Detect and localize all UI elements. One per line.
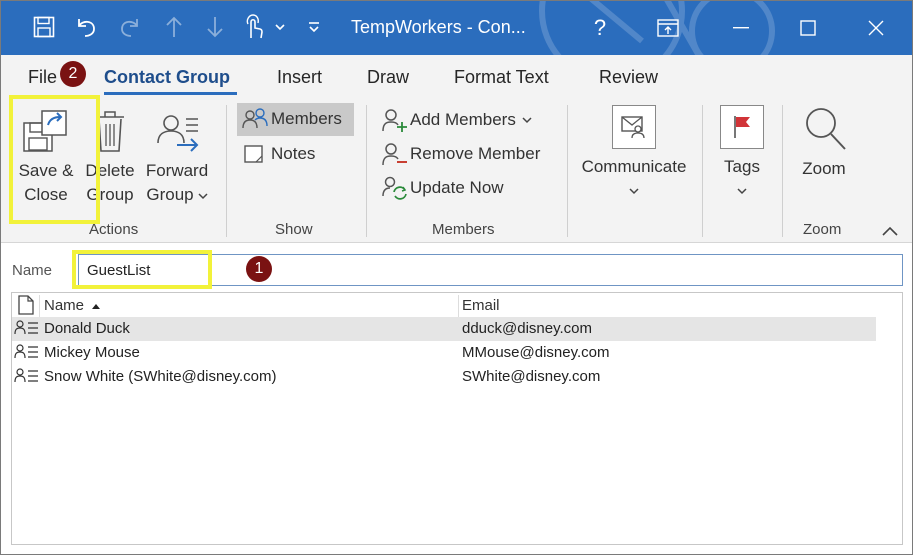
ribbon: Save & Close Delete Group Forward Group … [1, 97, 912, 243]
communicate-label: Communicate [581, 157, 687, 176]
undo-icon[interactable] [73, 14, 99, 40]
add-members-label: Add Members [410, 110, 516, 129]
notes-label: Notes [271, 144, 316, 163]
group-separator [567, 105, 568, 237]
table-row[interactable]: Donald Duck dduck@disney.com [12, 317, 876, 341]
name-label: Name [12, 262, 53, 279]
tab-insert[interactable]: Insert [277, 67, 322, 88]
remove-member-label: Remove Member [410, 144, 541, 163]
group-separator [702, 105, 703, 237]
forward-group-button[interactable]: Forward Group [141, 103, 213, 213]
tags-flag-icon [720, 105, 764, 149]
communicate-button[interactable]: Communicate [576, 103, 692, 213]
show-group-label: Show [275, 221, 313, 238]
tab-format-text[interactable]: Format Text [454, 67, 549, 88]
remove-member-button[interactable]: Remove Member [382, 142, 540, 166]
communicate-icon [612, 105, 656, 149]
members-list: Name Email Donald Duck dduck@disney.com … [11, 292, 903, 545]
contact-icon [14, 344, 38, 359]
qat-dropdown-icon[interactable] [267, 14, 293, 40]
name-column-label: Name [44, 297, 85, 314]
chevron-down-icon [737, 188, 747, 195]
active-tab-underline [104, 92, 237, 95]
remove-member-icon [382, 143, 407, 166]
list-header: Name Email [12, 293, 902, 318]
up-arrow-icon[interactable] [161, 14, 187, 40]
group-separator [366, 105, 367, 237]
column-separator [39, 295, 40, 317]
group-separator [782, 105, 783, 237]
table-row[interactable]: Snow White (SWhite@disney.com) SWhite@di… [12, 365, 876, 389]
contact-icon [14, 320, 38, 335]
tab-contact-group[interactable]: Contact Group [104, 67, 230, 88]
save-icon[interactable] [31, 14, 57, 40]
row-email: SWhite@disney.com [462, 368, 601, 385]
tags-button[interactable]: Tags [713, 103, 771, 213]
tab-draw[interactable]: Draw [367, 67, 409, 88]
row-name: Mickey Mouse [44, 344, 140, 361]
row-name: Donald Duck [44, 320, 130, 337]
forward-group-icon [157, 115, 199, 152]
help-button[interactable]: ? [566, 1, 634, 55]
customize-icon[interactable] [301, 14, 327, 40]
row-email: MMouse@disney.com [462, 344, 610, 361]
save-close-highlight [9, 95, 100, 224]
table-row[interactable]: Mickey Mouse MMouse@disney.com [12, 341, 876, 365]
forward-group-label: Forward Group [141, 159, 213, 207]
step-badge-1: 1 [246, 256, 272, 282]
step-badge-2: 2 [60, 61, 86, 87]
collapse-ribbon-icon[interactable] [881, 225, 899, 237]
zoom-icon [806, 108, 846, 150]
notes-icon [244, 145, 263, 163]
add-member-icon [382, 109, 407, 132]
chevron-down-icon [522, 117, 532, 124]
document-icon[interactable] [17, 295, 35, 315]
members-icon [242, 108, 268, 129]
contact-group-window: TempWorkers - Con... ? File Contact Grou… [0, 0, 913, 555]
update-now-button[interactable]: Update Now [382, 176, 504, 200]
down-arrow-icon[interactable] [202, 14, 228, 40]
group-separator [226, 105, 227, 237]
maximize-icon[interactable] [774, 1, 842, 55]
sort-ascending-icon [92, 304, 101, 309]
row-name: Snow White (SWhite@disney.com) [44, 368, 277, 385]
window-title: TempWorkers - Con... [351, 17, 526, 37]
zoom-group-label: Zoom [803, 221, 842, 238]
close-icon[interactable] [842, 1, 910, 55]
redo-icon[interactable] [117, 14, 143, 40]
chevron-down-icon [198, 193, 208, 200]
add-members-button[interactable]: Add Members [382, 108, 532, 132]
name-field-highlight [72, 250, 212, 289]
notes-button[interactable]: Notes [243, 143, 315, 165]
zoom-button-label: Zoom [802, 159, 846, 178]
tags-label: Tags [724, 157, 760, 176]
touch-mode-icon[interactable] [241, 14, 267, 40]
chevron-down-icon [629, 188, 639, 195]
tab-review[interactable]: Review [599, 67, 658, 88]
tab-file[interactable]: File [28, 67, 57, 88]
minimize-icon[interactable] [707, 1, 775, 55]
email-column-header[interactable]: Email [462, 297, 500, 314]
title-bar: TempWorkers - Con... ? [1, 1, 912, 55]
update-now-icon [382, 176, 407, 200]
ribbon-tabs: File Contact Group Insert Draw Format Te… [1, 55, 912, 97]
members-button[interactable]: Members [241, 108, 342, 130]
members-label: Members [271, 109, 342, 128]
contact-icon [14, 368, 38, 383]
column-separator [458, 295, 459, 317]
zoom-button[interactable]: Zoom [793, 103, 855, 213]
members-group-label: Members [432, 221, 495, 238]
row-email: dduck@disney.com [462, 320, 593, 337]
update-now-label: Update Now [410, 178, 504, 197]
restore-ribbon-icon[interactable] [634, 1, 702, 55]
name-column-header[interactable]: Name [44, 297, 101, 314]
